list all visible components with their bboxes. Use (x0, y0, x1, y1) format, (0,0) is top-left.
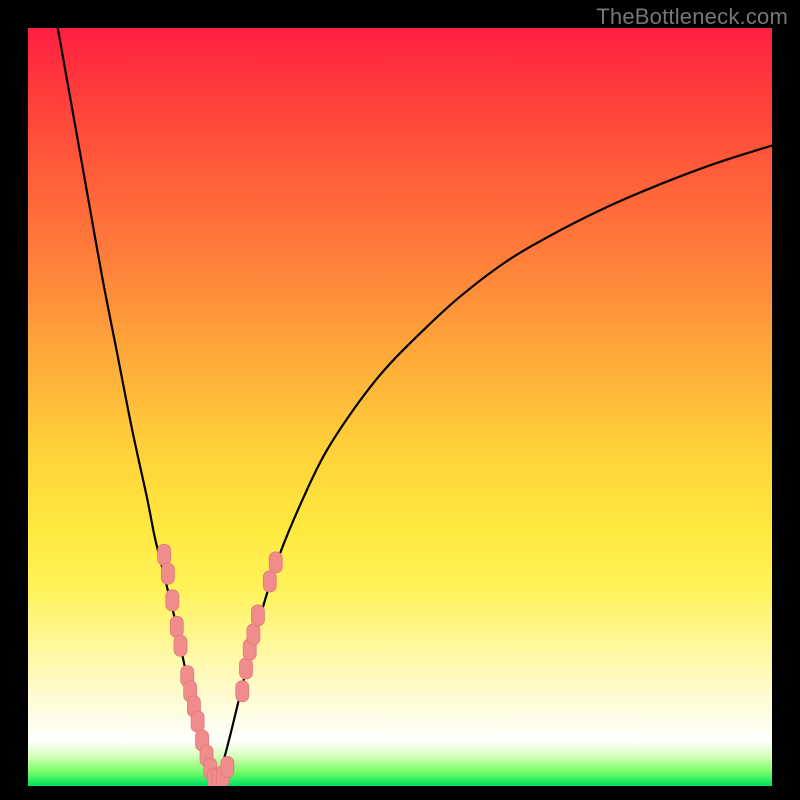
data-marker (247, 624, 260, 645)
marker-layer (158, 544, 283, 786)
data-marker (236, 681, 249, 702)
data-marker (161, 563, 174, 584)
data-marker (263, 571, 276, 592)
data-marker (158, 544, 171, 565)
data-marker (166, 590, 179, 611)
chart-svg (28, 28, 772, 786)
data-marker (239, 658, 252, 679)
data-marker (251, 605, 264, 626)
data-marker (269, 552, 282, 573)
chart-plot-area (28, 28, 772, 786)
data-marker (221, 757, 234, 778)
data-marker (174, 635, 187, 656)
chart-frame: TheBottleneck.com (0, 0, 800, 800)
data-marker (191, 711, 204, 732)
data-marker (170, 616, 183, 637)
watermark-text: TheBottleneck.com (596, 4, 788, 30)
curve-right-branch (214, 145, 772, 782)
curve-layer (58, 28, 772, 782)
